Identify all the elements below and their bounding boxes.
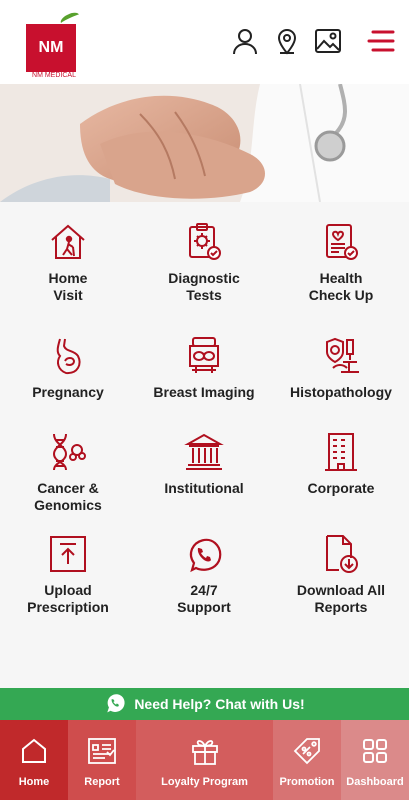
whatsapp-icon xyxy=(182,532,226,576)
service-corporate[interactable]: Corporate xyxy=(273,418,409,528)
location-pin-icon[interactable] xyxy=(272,26,302,56)
service-upload-prescription[interactable]: Upload Prescription xyxy=(0,520,136,630)
diagnostic-clipboard-icon xyxy=(182,220,226,264)
service-label: Upload Prescription xyxy=(27,582,109,615)
service-label: Cancer & Genomics xyxy=(34,480,102,513)
service-label: Home Visit xyxy=(48,270,88,303)
service-histopathology[interactable]: Histopathology xyxy=(273,322,409,432)
report-icon xyxy=(87,734,117,768)
dna-icon xyxy=(46,430,90,474)
menu-icon[interactable] xyxy=(366,26,396,56)
whatsapp-icon xyxy=(104,692,126,717)
service-label: Histopathology xyxy=(290,384,392,400)
dashboard-grid-icon xyxy=(361,734,389,768)
service-health-check-up[interactable]: Health Check Up xyxy=(273,208,409,318)
service-support[interactable]: 24/7 Support xyxy=(136,520,272,630)
microscope-icon xyxy=(319,334,363,378)
service-label: Breast Imaging xyxy=(153,384,255,400)
service-cancer-genomics[interactable]: Cancer & Genomics xyxy=(0,418,136,528)
download-file-icon xyxy=(319,532,363,576)
home-visit-icon xyxy=(46,220,90,264)
service-label: 24/7 Support xyxy=(177,582,231,615)
hero-banner-image xyxy=(0,84,409,202)
nav-dashboard[interactable]: Dashboard xyxy=(341,720,409,800)
nav-label: Dashboard xyxy=(346,776,404,788)
nav-label: Home xyxy=(18,776,50,788)
service-label: Diagnostic Tests xyxy=(168,270,240,303)
logo-subtext: NM MEDICAL xyxy=(32,72,76,79)
chat-help-bar[interactable]: Need Help? Chat with Us! xyxy=(0,688,409,720)
upload-icon xyxy=(46,532,90,576)
chat-help-label: Need Help? Chat with Us! xyxy=(134,696,305,712)
service-label: Download All Reports xyxy=(296,582,386,615)
health-report-icon xyxy=(319,220,363,264)
pregnancy-icon xyxy=(46,334,90,378)
app-header: NM NM MEDICAL xyxy=(0,0,409,84)
promotion-tag-icon xyxy=(292,734,322,768)
service-diagnostic-tests[interactable]: Diagnostic Tests xyxy=(136,208,272,318)
nav-label: Loyalty Program xyxy=(161,776,248,788)
nav-promotion[interactable]: Promotion xyxy=(273,720,341,800)
user-icon[interactable] xyxy=(230,26,260,56)
home-icon xyxy=(20,734,48,768)
institution-building-icon xyxy=(182,430,226,474)
nav-label: Report xyxy=(84,776,120,788)
imaging-machine-icon xyxy=(182,334,226,378)
service-label: Institutional xyxy=(164,480,244,496)
office-building-icon xyxy=(319,430,363,474)
bottom-navigation: Home Report Loyalty Program Promotion Da… xyxy=(0,720,409,800)
service-label: Pregnancy xyxy=(32,384,104,400)
nm-medical-logo[interactable]: NM NM MEDICAL xyxy=(24,8,82,79)
logo-mark: NM xyxy=(26,24,76,72)
service-breast-imaging[interactable]: Breast Imaging xyxy=(136,322,272,432)
service-download-reports[interactable]: Download All Reports xyxy=(273,520,409,630)
gift-icon xyxy=(190,734,220,768)
gallery-icon[interactable] xyxy=(313,26,343,56)
nav-label: Promotion xyxy=(279,776,335,788)
services-grid: Home Visit Diagnostic Tests Health Check… xyxy=(0,202,409,688)
service-pregnancy[interactable]: Pregnancy xyxy=(0,322,136,432)
nav-loyalty-program[interactable]: Loyalty Program xyxy=(136,720,273,800)
service-label: Health Check Up xyxy=(308,270,374,303)
service-label: Corporate xyxy=(307,480,375,496)
service-institutional[interactable]: Institutional xyxy=(136,418,272,528)
service-home-visit[interactable]: Home Visit xyxy=(0,208,136,318)
nav-report[interactable]: Report xyxy=(68,720,136,800)
nav-home[interactable]: Home xyxy=(0,720,68,800)
